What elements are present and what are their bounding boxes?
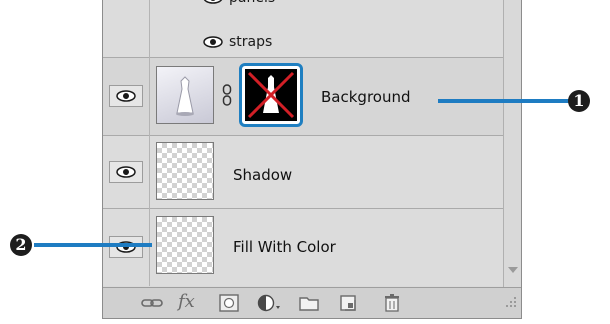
layer-thumbnail[interactable] [156, 216, 214, 274]
callout-line-1 [438, 99, 572, 103]
scrollbar[interactable] [503, 0, 521, 287]
dress-photo-icon [176, 76, 194, 116]
eye-icon[interactable] [203, 0, 223, 4]
add-mask-icon[interactable] [219, 294, 239, 312]
eye-icon [116, 90, 136, 102]
visibility-toggle[interactable] [109, 161, 143, 183]
layer-mask-thumbnail[interactable] [239, 63, 303, 127]
callout-badge-2: 2 [10, 234, 32, 256]
effect-label: panels [229, 0, 275, 6]
chain-link-icon[interactable] [222, 84, 232, 106]
eye-icon[interactable] [203, 36, 223, 48]
link-layers-icon[interactable] [141, 294, 163, 312]
layers-panel: panels straps Background [102, 0, 522, 319]
masked-dress-icon [247, 71, 295, 119]
callout-badge-1: 1 [568, 90, 590, 112]
layer-row-background[interactable]: Background [103, 58, 503, 136]
layer-row-fill-with-color[interactable]: Fill With Color [103, 209, 503, 286]
mask-preview [245, 69, 297, 121]
effect-item-panels[interactable]: panels [203, 0, 275, 6]
effects-row: panels straps [103, 0, 503, 58]
layer-row-shadow[interactable]: Shadow [103, 136, 503, 209]
trash-icon[interactable] [384, 294, 400, 312]
layer-thumbnail[interactable] [156, 142, 214, 200]
layers-toolbar: fx [103, 287, 521, 318]
eye-icon [116, 166, 136, 178]
visibility-toggle[interactable] [109, 85, 143, 107]
callout-line-2 [34, 243, 152, 247]
layer-name[interactable]: Fill With Color [233, 238, 336, 256]
adjustment-layer-icon[interactable] [257, 294, 283, 312]
layer-name[interactable]: Shadow [233, 166, 292, 184]
effect-label: straps [229, 34, 273, 50]
resize-grip-icon[interactable] [505, 296, 517, 308]
layer-thumbnail[interactable] [156, 66, 214, 124]
layer-name[interactable]: Background [321, 88, 411, 106]
fx-icon[interactable]: fx [178, 291, 195, 312]
scroll-down-arrow-icon[interactable] [508, 267, 518, 273]
effect-item-straps[interactable]: straps [203, 34, 273, 50]
new-group-icon[interactable] [299, 294, 319, 312]
new-layer-icon[interactable] [339, 294, 357, 312]
visibility-toggle[interactable] [109, 236, 143, 258]
